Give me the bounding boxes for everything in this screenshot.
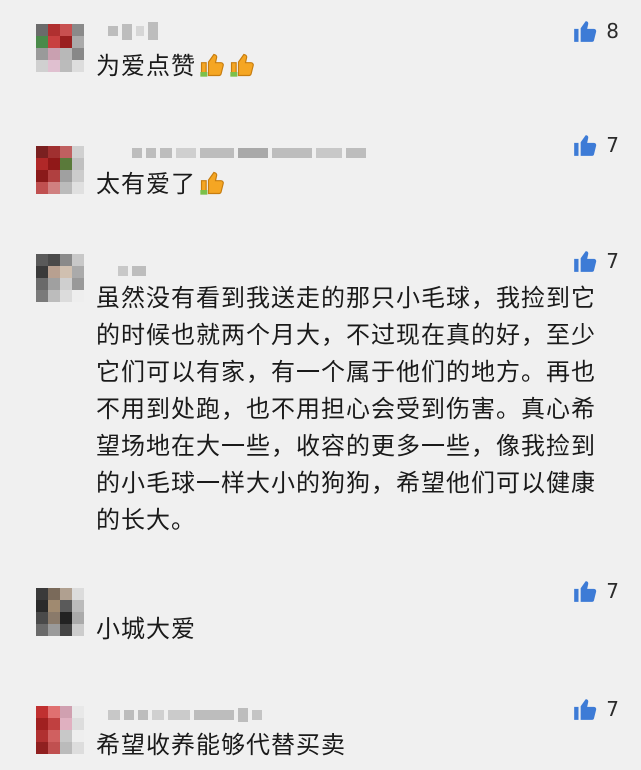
thumbs-up-icon <box>572 132 598 158</box>
like-count: 7 <box>606 249 619 273</box>
like-button[interactable]: 7 <box>572 248 619 274</box>
avatar[interactable] <box>36 146 84 194</box>
avatar[interactable] <box>36 24 84 72</box>
username-blurred[interactable] <box>108 22 158 40</box>
comment-text: 小城大爱 <box>96 611 606 648</box>
like-count: 7 <box>606 579 619 603</box>
comment-text: 太有爱了 <box>96 166 606 203</box>
comment-text-content: 虽然没有看到我送走的那只小毛球，我捡到它的时候也就两个月大，不过现在真的好，至少… <box>96 284 596 534</box>
avatar[interactable] <box>36 254 84 302</box>
comment-text-content: 小城大爱 <box>96 615 196 643</box>
thumbs-up-icon <box>572 578 598 604</box>
like-button[interactable]: 8 <box>572 18 619 44</box>
username-blurred[interactable] <box>132 146 366 160</box>
thumbs-up-emoji-icon <box>228 51 256 79</box>
comment-text-content: 希望收养能够代替买卖 <box>96 731 346 759</box>
thumbs-up-icon <box>572 248 598 274</box>
thumbs-up-emoji-icon <box>198 51 226 79</box>
avatar[interactable] <box>36 706 84 754</box>
username-blurred[interactable] <box>118 264 146 278</box>
thumbs-up-icon <box>572 18 598 44</box>
like-count: 7 <box>606 133 619 157</box>
like-count: 7 <box>606 697 619 721</box>
comment-text: 为爱点赞 <box>96 48 606 85</box>
thumbs-up-icon <box>572 696 598 722</box>
comment-text: 虽然没有看到我送走的那只小毛球，我捡到它的时候也就两个月大，不过现在真的好，至少… <box>96 280 604 539</box>
like-button[interactable]: 7 <box>572 578 619 604</box>
like-button[interactable]: 7 <box>572 696 619 722</box>
avatar[interactable] <box>36 588 84 636</box>
comment-text-content: 太有爱了 <box>96 170 196 198</box>
comment-text: 希望收养能够代替买卖 <box>96 727 606 764</box>
thumbs-up-emoji-icon <box>198 169 226 197</box>
comment-text-content: 为爱点赞 <box>96 52 196 80</box>
like-button[interactable]: 7 <box>572 132 619 158</box>
like-count: 8 <box>606 19 619 43</box>
username-blurred[interactable] <box>108 708 262 722</box>
